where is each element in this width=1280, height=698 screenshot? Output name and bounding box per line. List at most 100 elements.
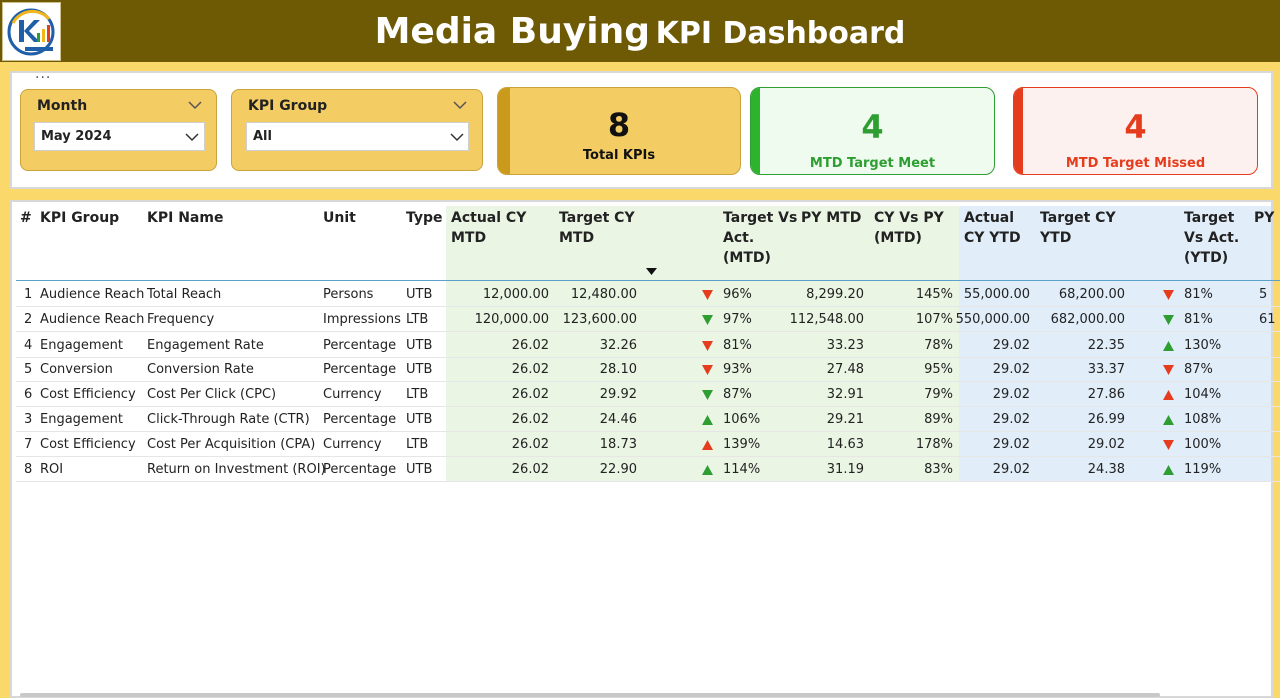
table-cell-unit: Percentage — [323, 338, 397, 353]
table-cell-actual-ytd: 29.02 — [992, 437, 1030, 452]
table-cell-actual-ytd: 29.02 — [992, 412, 1030, 427]
column-header-target-mtd[interactable]: Target CY MTD — [559, 208, 635, 248]
month-slicer[interactable]: Month May 2024 — [20, 89, 217, 171]
column-header-num[interactable]: # — [20, 208, 32, 228]
column-header-line: Vs Act. — [1184, 230, 1240, 246]
mtd-target-meet-label: MTD Target Meet — [809, 156, 936, 171]
table-cell-tva-mtd: 81% — [723, 338, 752, 353]
table-cell-target-ytd: 682,000.00 — [1050, 312, 1125, 327]
table-cell-type: UTB — [406, 287, 433, 302]
column-header-py-mtd[interactable]: PY MTD — [801, 208, 861, 228]
triangle-down-icon — [1163, 440, 1174, 450]
page-title-sub: KPI Dashboard — [655, 16, 906, 51]
column-header-unit[interactable]: Unit — [323, 208, 356, 228]
table-cell-actual-mtd: 26.02 — [511, 338, 549, 353]
column-header-py-ytd-partial[interactable]: PY — [1254, 208, 1274, 228]
row-divider — [16, 331, 1280, 332]
table-cell-unit: Impressions — [323, 312, 401, 327]
month-slicer-label: Month — [37, 98, 88, 114]
total-kpis-label: Total KPIs — [582, 148, 656, 163]
column-header-line: Act. — [723, 230, 755, 246]
chevron-down-icon[interactable] — [450, 132, 464, 142]
table-cell-num: 8 — [24, 462, 33, 477]
table-cell-name: Frequency — [147, 312, 215, 327]
sort-down-icon[interactable] — [646, 268, 657, 276]
table-cell-type: LTB — [406, 312, 429, 327]
table-cell-actual-ytd: 55,000.00 — [963, 287, 1030, 302]
chevron-down-icon[interactable] — [185, 132, 199, 142]
table-cell-target-ytd: 29.02 — [1087, 437, 1125, 452]
total-kpis-card: 8 Total KPIs — [497, 87, 741, 175]
row-divider — [16, 481, 1280, 482]
month-dropdown[interactable]: May 2024 — [34, 122, 205, 151]
month-dropdown-value: May 2024 — [41, 129, 112, 144]
table-cell-tva-ytd: 100% — [1184, 437, 1222, 452]
more-options-icon[interactable]: ... — [35, 66, 51, 82]
column-header-line: # — [20, 210, 32, 226]
triangle-up-icon — [702, 440, 713, 450]
table-cell-unit: Percentage — [323, 362, 397, 377]
column-header-group[interactable]: KPI Group — [40, 208, 119, 228]
table-cell-unit: Percentage — [323, 412, 397, 427]
column-header-cy-vs-py[interactable]: CY Vs PY (MTD) — [874, 208, 944, 248]
table-cell-cy-vs-py: 79% — [924, 387, 953, 402]
kpi-group-slicer[interactable]: KPI Group All — [231, 89, 483, 171]
column-header-actual-ytd[interactable]: Actual CY YTD — [964, 208, 1021, 248]
table-cell-py-mtd: 8,299.20 — [806, 287, 864, 302]
table-cell-py-mtd: 14.63 — [826, 437, 864, 452]
triangle-up-icon — [1163, 415, 1174, 425]
horizontal-scrollbar[interactable] — [20, 693, 1160, 697]
column-header-actual-mtd[interactable]: Actual CY MTD — [451, 208, 526, 248]
table-cell-cy-vs-py: 89% — [924, 412, 953, 427]
column-header-line: Type — [406, 210, 443, 226]
column-header-tva-ytd[interactable]: Target Vs Act. (YTD) — [1184, 208, 1239, 268]
column-header-line: CY YTD — [964, 230, 1021, 246]
table-cell-target-ytd: 27.86 — [1087, 387, 1125, 402]
page-title-main: Media Buying — [374, 11, 651, 52]
table-cell-target-mtd: 12,480.00 — [570, 287, 637, 302]
table-cell-actual-mtd: 26.02 — [511, 462, 549, 477]
table-cell-name: Return on Investment (ROI) — [147, 462, 326, 477]
table-cell-target-mtd: 22.90 — [599, 462, 637, 477]
table-cell-unit: Persons — [323, 287, 374, 302]
table-cell-tva-mtd: 87% — [723, 387, 752, 402]
table-cell-tva-ytd: 87% — [1184, 362, 1213, 377]
kpi-group-dropdown[interactable]: All — [246, 122, 469, 151]
column-header-tva-mtd[interactable]: Target Vs Act. (MTD) — [723, 208, 797, 268]
table-cell-name: Cost Per Click (CPC) — [147, 387, 277, 402]
table-cell-target-mtd: 28.10 — [599, 362, 637, 377]
column-header-line: Target Vs — [723, 210, 798, 226]
table-cell-py-mtd: 31.19 — [826, 462, 864, 477]
table-cell-type: UTB — [406, 412, 433, 427]
table-cell-num: 6 — [24, 387, 33, 402]
column-header-target-ytd[interactable]: Target CY YTD — [1040, 208, 1116, 248]
table-cell-py-ytd-partial: 61 — [1259, 312, 1276, 327]
table-cell-tva-ytd: 108% — [1184, 412, 1222, 427]
column-header-line: (MTD) — [723, 250, 771, 266]
column-header-line: KPI Group — [40, 210, 120, 226]
table-cell-py-mtd: 32.91 — [826, 387, 864, 402]
kpi-group-dropdown-value: All — [253, 129, 272, 144]
column-header-line: KPI Name — [147, 210, 224, 226]
column-header-line: Target CY — [559, 210, 635, 226]
column-header-line: Actual — [964, 210, 1015, 226]
chevron-down-icon[interactable] — [188, 100, 202, 110]
table-cell-num: 5 — [24, 362, 33, 377]
table-cell-actual-mtd: 26.02 — [511, 362, 549, 377]
table-cell-py-mtd: 33.23 — [826, 338, 864, 353]
column-header-line: Target — [1184, 210, 1235, 226]
table-cell-num: 2 — [24, 312, 33, 327]
table-cell-target-ytd: 22.35 — [1087, 338, 1125, 353]
chevron-down-icon[interactable] — [453, 100, 467, 110]
total-kpis-value: 8 — [607, 106, 631, 144]
table-cell-num: 4 — [24, 338, 33, 353]
column-header-line: YTD — [1040, 230, 1072, 246]
column-header-type[interactable]: Type — [406, 208, 443, 228]
triangle-up-icon — [1163, 465, 1174, 475]
table-cell-target-mtd: 123,600.00 — [562, 312, 637, 327]
table-cell-group: Cost Efficiency — [40, 387, 136, 402]
table-cell-actual-ytd: 29.02 — [992, 362, 1030, 377]
table-cell-tva-mtd: 114% — [723, 462, 761, 477]
table-cell-tva-ytd: 104% — [1184, 387, 1222, 402]
column-header-name[interactable]: KPI Name — [147, 208, 223, 228]
